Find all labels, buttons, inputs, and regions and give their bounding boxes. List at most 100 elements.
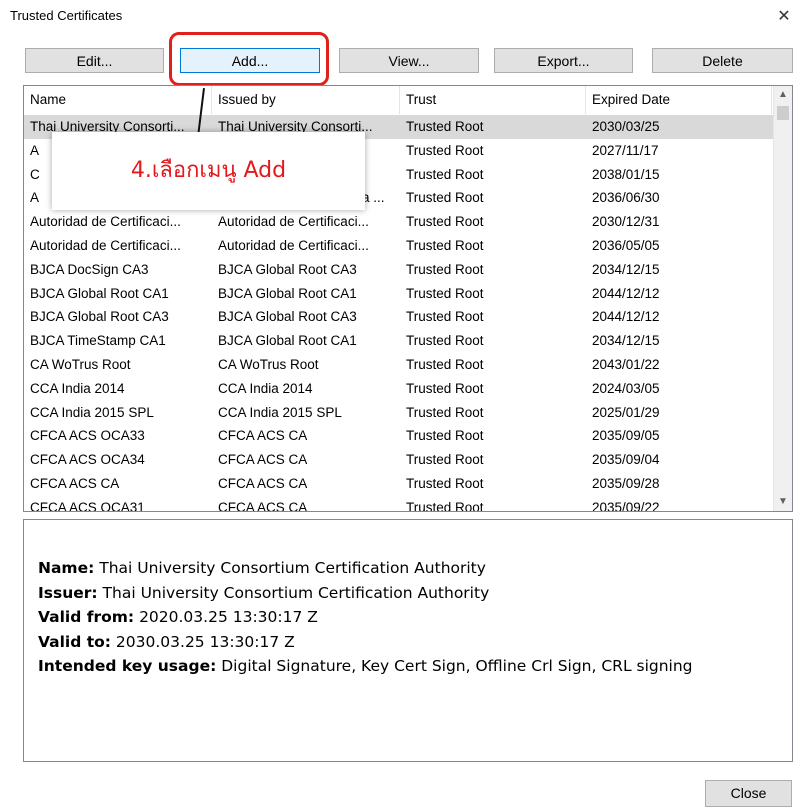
- table-row[interactable]: BJCA TimeStamp CA1 BJCA Global Root CA1 …: [24, 329, 774, 353]
- cell-trust: Trusted Root: [406, 119, 484, 134]
- details-name-line: Name: Thai University Consortium Certifi…: [38, 556, 792, 581]
- cell-expired-date: 2043/01/22: [592, 356, 660, 372]
- export-button[interactable]: Export...: [494, 48, 633, 73]
- details-name-value: Thai University Consortium Certification…: [99, 559, 486, 577]
- close-icon[interactable]: ✕: [777, 6, 791, 26]
- table-row[interactable]: BJCA DocSign CA3 BJCA Global Root CA3 Tr…: [24, 258, 774, 282]
- cell-trust: Trusted Root: [406, 356, 484, 372]
- scrollbar-thumb[interactable]: [777, 106, 789, 120]
- cell-name: Autoridad de Certificaci...: [30, 214, 181, 230]
- table-row[interactable]: CA WoTrus Root CA WoTrus Root Trusted Ro…: [24, 353, 774, 377]
- cell-name: CFCA ACS OCA33: [30, 428, 145, 444]
- cell-issued-by: Autoridad de Certificaci...: [218, 237, 369, 253]
- cell-name: CFCA ACS OCA31: [30, 499, 145, 512]
- list-header: Name Issued by Trust Expired Date: [24, 86, 774, 114]
- cell-trust: Trusted Root: [406, 190, 484, 206]
- column-header-issued-by[interactable]: Issued by: [212, 86, 400, 114]
- table-row[interactable]: CFCA ACS CA CFCA ACS CA Trusted Root 203…: [24, 472, 774, 496]
- delete-button-label: Delete: [702, 53, 743, 69]
- cell-trust: Trusted Root: [406, 404, 484, 420]
- column-header-expired-date[interactable]: Expired Date: [586, 86, 772, 114]
- window-title: Trusted Certificates: [10, 8, 123, 23]
- details-issuer-line: Issuer: Thai University Consortium Certi…: [38, 581, 792, 606]
- cell-expired-date: 2038/01/15: [592, 166, 660, 182]
- details-issuer-value: Thai University Consortium Certification…: [102, 583, 490, 602]
- table-row[interactable]: CFCA ACS OCA31 CFCA ACS CA Trusted Root …: [24, 496, 774, 512]
- cell-expired-date: 2035/09/05: [592, 428, 660, 444]
- table-row[interactable]: CCA India 2014 CCA India 2014 Trusted Ro…: [24, 377, 774, 401]
- cell-trust: Trusted Root: [406, 452, 484, 468]
- cell-trust: Trusted Root: [406, 285, 484, 301]
- add-button-highlight: [169, 32, 329, 86]
- cell-issued-by: Autoridad de Certificaci...: [218, 214, 369, 230]
- edit-button[interactable]: Edit...: [25, 48, 164, 73]
- cell-issued-by: BJCA Global Root CA1: [218, 285, 357, 301]
- cell-issued-by: CFCA ACS CA: [218, 499, 308, 512]
- cell-name: BJCA Global Root CA3: [30, 309, 169, 325]
- details-key-usage-line: Intended key usage: Digital Signature, K…: [38, 654, 792, 679]
- cell-trust: Trusted Root: [406, 499, 484, 512]
- details-key-usage-label: Intended key usage:: [38, 657, 217, 675]
- details-valid-to-line: Valid to: 2030.03.25 13:30:17 Z: [38, 630, 792, 655]
- cell-name: CCA India 2014: [30, 380, 125, 396]
- scroll-up-icon[interactable]: ▲: [774, 86, 792, 104]
- certificate-details-panel: Name: Thai University Consortium Certifi…: [23, 519, 793, 762]
- cell-trust: Trusted Root: [406, 142, 484, 158]
- view-button-label: View...: [388, 53, 430, 69]
- cell-trust: Trusted Root: [406, 237, 484, 253]
- table-row[interactable]: CCA India 2015 SPL CCA India 2015 SPL Tr…: [24, 401, 774, 425]
- scroll-down-icon[interactable]: ▼: [774, 493, 792, 511]
- edit-button-label: Edit...: [76, 53, 113, 69]
- table-row[interactable]: BJCA Global Root CA1 BJCA Global Root CA…: [24, 282, 774, 306]
- table-row[interactable]: Autoridad de Certificaci... Autoridad de…: [24, 234, 774, 258]
- cell-expired-date: 2036/06/30: [592, 190, 660, 206]
- details-valid-to-value: 2030.03.25 13:30:17 Z: [115, 632, 295, 651]
- cell-issued-by: CFCA ACS CA: [218, 452, 308, 468]
- details-valid-from-label: Valid from:: [38, 608, 135, 626]
- details-issuer-label: Issuer:: [38, 583, 98, 602]
- view-button[interactable]: View...: [339, 48, 479, 73]
- cell-name: Autoridad de Certificaci...: [30, 237, 181, 253]
- cell-issued-by: CFCA ACS CA: [218, 475, 308, 491]
- cell-expired-date: 2036/05/05: [592, 237, 660, 253]
- cell-issued-by: BJCA Global Root CA3: [218, 309, 357, 325]
- details-name-label: Name:: [38, 559, 95, 577]
- details-valid-from-value: 2020.03.25 13:30:17 Z: [139, 608, 318, 626]
- cell-issued-by: CFCA ACS CA: [218, 428, 308, 444]
- cell-expired-date: 2030/03/25: [592, 119, 660, 134]
- cell-name: BJCA DocSign CA3: [30, 261, 149, 277]
- cell-trust: Trusted Root: [406, 380, 484, 396]
- column-header-trust[interactable]: Trust: [400, 86, 586, 114]
- column-header-name[interactable]: Name: [24, 86, 212, 114]
- cell-expired-date: 2034/12/15: [592, 333, 660, 349]
- annotation-text: 4.เลือกเมนู Add: [130, 158, 287, 183]
- cell-expired-date: 2027/11/17: [592, 142, 659, 158]
- cell-trust: Trusted Root: [406, 166, 484, 182]
- cell-name: CFCA ACS CA: [30, 475, 120, 491]
- cell-expired-date: 2035/09/28: [592, 475, 660, 491]
- annotation-callout: 4.เลือกเมนู Add: [52, 132, 365, 210]
- cell-trust: Trusted Root: [406, 333, 484, 349]
- list-scrollbar[interactable]: ▲ ▼: [773, 86, 792, 511]
- cell-expired-date: 2035/09/04: [592, 452, 660, 468]
- table-row[interactable]: Autoridad de Certificaci... Autoridad de…: [24, 210, 774, 234]
- cell-expired-date: 2024/03/05: [592, 380, 660, 396]
- cell-issued-by: BJCA Global Root CA1: [218, 333, 357, 349]
- table-row[interactable]: CFCA ACS OCA34 CFCA ACS CA Trusted Root …: [24, 448, 774, 472]
- delete-button[interactable]: Delete: [652, 48, 793, 73]
- table-row[interactable]: BJCA Global Root CA3 BJCA Global Root CA…: [24, 305, 774, 329]
- cell-expired-date: 2034/12/15: [592, 261, 660, 277]
- close-button[interactable]: Close: [705, 780, 792, 807]
- cell-expired-date: 2044/12/12: [592, 309, 660, 325]
- cell-expired-date: 2025/01/29: [592, 404, 660, 420]
- cell-name: CFCA ACS OCA34: [30, 452, 145, 468]
- cell-issued-by: CCA India 2014: [218, 380, 313, 396]
- cell-trust: Trusted Root: [406, 428, 484, 444]
- cell-issued-by: CCA India 2015 SPL: [218, 404, 342, 420]
- cell-name: BJCA TimeStamp CA1: [30, 333, 166, 349]
- cell-trust: Trusted Root: [406, 475, 484, 491]
- cell-name: BJCA Global Root CA1: [30, 285, 169, 301]
- cell-trust: Trusted Root: [406, 214, 484, 230]
- table-row[interactable]: CFCA ACS OCA33 CFCA ACS CA Trusted Root …: [24, 424, 774, 448]
- cell-issued-by: BJCA Global Root CA3: [218, 261, 357, 277]
